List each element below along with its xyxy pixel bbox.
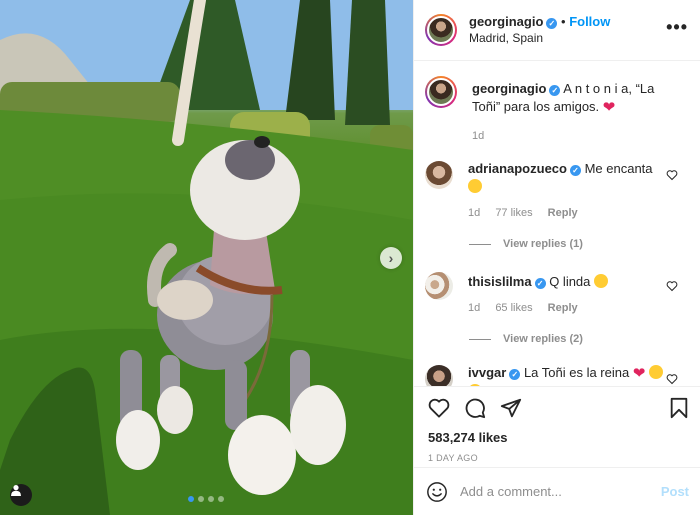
comment-text: La Toñi es la reina <box>523 365 630 380</box>
carousel-dot <box>218 496 224 502</box>
location-link[interactable]: Madrid, Spain <box>469 30 610 46</box>
comment-item: adrianapozueco ✓ Me encanta 1d 77 likes R… <box>425 161 700 222</box>
comment-age: 1d <box>468 302 481 314</box>
comments-list: georginagio ✓ A n t o n i a, “La Toñi” pa… <box>414 61 700 386</box>
like-comment-heart-icon[interactable] <box>666 373 678 385</box>
user-tag-icon <box>11 485 21 496</box>
add-comment-bar: Post <box>414 467 700 515</box>
more-icon[interactable]: ••• <box>666 18 688 36</box>
like-comment-heart-icon[interactable] <box>666 280 678 292</box>
carousel-dot <box>198 496 204 502</box>
likes-count[interactable]: 583,274 likes <box>428 430 687 445</box>
heart-eyes-emoji <box>594 274 609 288</box>
follow-button[interactable]: Follow <box>569 14 610 29</box>
comment-age: 1d <box>468 207 481 219</box>
comment-username[interactable]: adrianapozueco <box>468 161 567 176</box>
comment-likes[interactable]: 77 likes <box>495 207 532 219</box>
post-header: georginagio ✓ • Follow Madrid, Spain ••• <box>414 0 700 61</box>
red-heart-emoji: ❤ <box>602 99 616 116</box>
comment-input[interactable] <box>460 484 650 499</box>
reply-button[interactable]: Reply <box>548 207 578 219</box>
comment-likes[interactable]: 65 likes <box>495 302 532 314</box>
comment-item: ivvgar ✓ La Toñi es la reina ❤ <box>425 365 700 386</box>
carousel-dot <box>188 496 194 502</box>
heart-icon[interactable] <box>428 398 450 418</box>
red-heart-emoji: ❤ <box>632 365 646 382</box>
verified-icon: ✓ <box>534 278 546 289</box>
carousel-indicators <box>188 496 224 502</box>
view-replies-button[interactable]: View replies (2) <box>469 333 700 345</box>
comment-item: thisislilma ✓ Q linda 1d 65 likes Reply <box>425 272 700 317</box>
comment-username[interactable]: ivvgar <box>468 365 506 380</box>
reply-button[interactable]: Reply <box>548 302 578 314</box>
verified-icon: ✓ <box>569 165 581 176</box>
chevron-right-icon: › <box>388 250 394 266</box>
comment-username[interactable]: thisislilma <box>468 274 532 289</box>
avatar[interactable] <box>425 76 457 108</box>
verified-icon: ✓ <box>509 369 521 380</box>
bookmark-icon[interactable] <box>669 397 689 419</box>
dog-photo-illustration <box>0 0 413 515</box>
post-comment-button[interactable]: Post <box>661 484 689 499</box>
heart-eyes-emoji <box>649 365 664 379</box>
emoji-icon[interactable] <box>426 481 448 503</box>
post-photo[interactable]: › <box>0 0 413 515</box>
like-comment-heart-icon[interactable] <box>666 169 678 181</box>
caption: georginagio ✓ A n t o n i a, “La Toñi” pa… <box>425 76 700 145</box>
verified-icon: ✓ <box>549 85 561 96</box>
comment-text: Me encanta <box>584 161 653 176</box>
comment-icon[interactable] <box>464 397 486 419</box>
avatar[interactable] <box>425 14 457 46</box>
avatar[interactable] <box>425 272 453 300</box>
post-actions: 583,274 likes 1 DAY AGO <box>414 386 700 467</box>
heart-eyes-emoji <box>468 179 482 193</box>
share-icon[interactable] <box>500 397 522 419</box>
carousel-next-button[interactable]: › <box>380 247 402 269</box>
caption-age: 1d <box>472 130 485 142</box>
comment-text: Q linda <box>549 274 591 289</box>
view-replies-button[interactable]: View replies (1) <box>469 238 700 250</box>
username-link[interactable]: georginagio <box>469 14 543 29</box>
verified-icon: ✓ <box>546 18 558 29</box>
post-side-panel: georginagio ✓ • Follow Madrid, Spain ••• … <box>413 0 700 515</box>
carousel-dot <box>208 496 214 502</box>
avatar[interactable] <box>425 161 453 189</box>
avatar[interactable] <box>425 365 453 386</box>
post-timestamp: 1 DAY AGO <box>428 453 478 463</box>
user-tags-button[interactable] <box>10 484 32 506</box>
caption-username[interactable]: georginagio <box>472 81 546 96</box>
